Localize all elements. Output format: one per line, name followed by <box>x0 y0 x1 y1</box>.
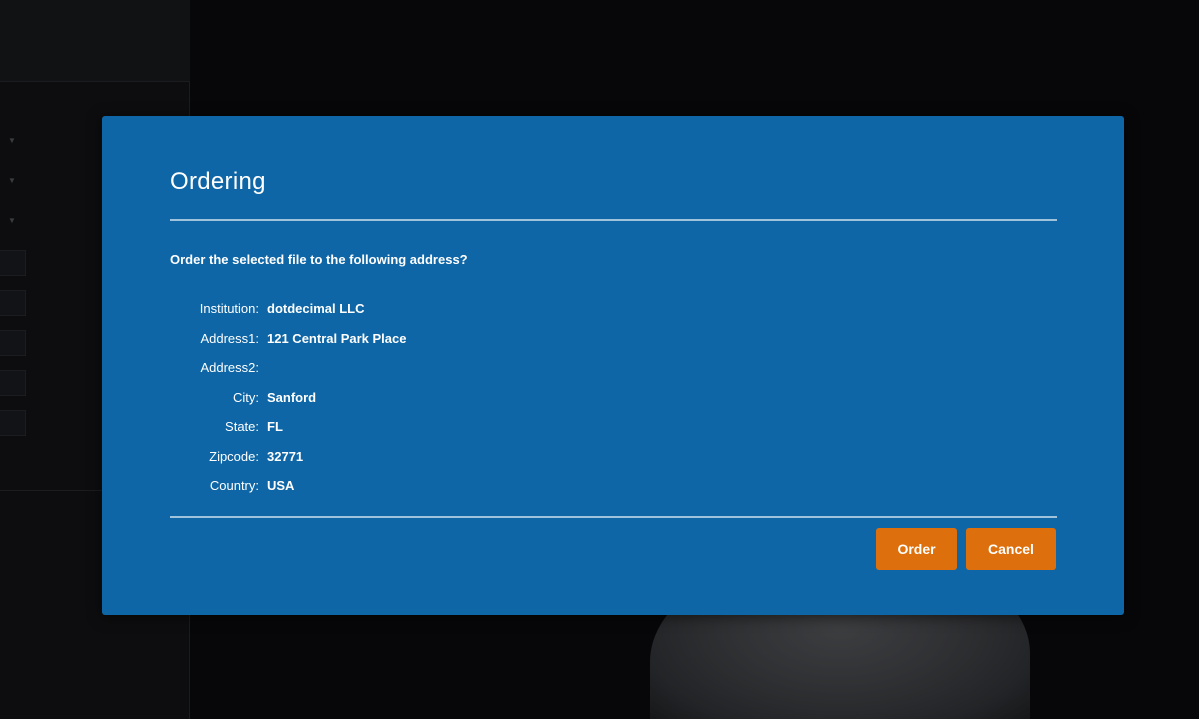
dialog-divider-top <box>170 219 1057 221</box>
address-label: Address1: <box>200 330 259 346</box>
app-window: ▼ ▼ ▼ Ordering Order the selected file t… <box>0 0 1199 719</box>
dialog-title: Ordering <box>170 168 266 195</box>
order-button[interactable]: Order <box>876 528 957 570</box>
address-label: Address2: <box>200 360 259 376</box>
address-label: Zipcode: <box>209 448 259 464</box>
address-value: 32771 <box>267 448 304 464</box>
address-row-institution: Institution: dotdecimal LLC <box>170 294 406 324</box>
dialog-prompt: Order the selected file to the following… <box>170 252 468 267</box>
address-row-address1: Address1: 121 Central Park Place <box>170 324 406 354</box>
address-row-state: State: FL <box>170 412 406 442</box>
address-value: USA <box>267 478 295 494</box>
ordering-dialog: Ordering Order the selected file to the … <box>102 116 1124 615</box>
address-row-city: City: Sanford <box>170 383 406 413</box>
address-value: FL <box>267 419 283 435</box>
address-label: Institution: <box>199 301 259 317</box>
address-row-zipcode: Zipcode: 32771 <box>170 442 406 472</box>
address-label: Country: <box>209 478 259 494</box>
address-value: Sanford <box>267 389 317 405</box>
address-label: State: <box>225 419 259 435</box>
cancel-button[interactable]: Cancel <box>966 528 1056 570</box>
address-row-country: Country: USA <box>170 471 406 501</box>
address-label: City: <box>233 389 259 405</box>
address-row-address2: Address2: <box>170 353 406 383</box>
dialog-divider-bottom <box>170 516 1057 518</box>
address-table: Institution: dotdecimal LLC Address1: 12… <box>170 294 407 501</box>
address-value: dotdecimal LLC <box>267 301 365 317</box>
address-value: 121 Central Park Place <box>267 330 407 346</box>
